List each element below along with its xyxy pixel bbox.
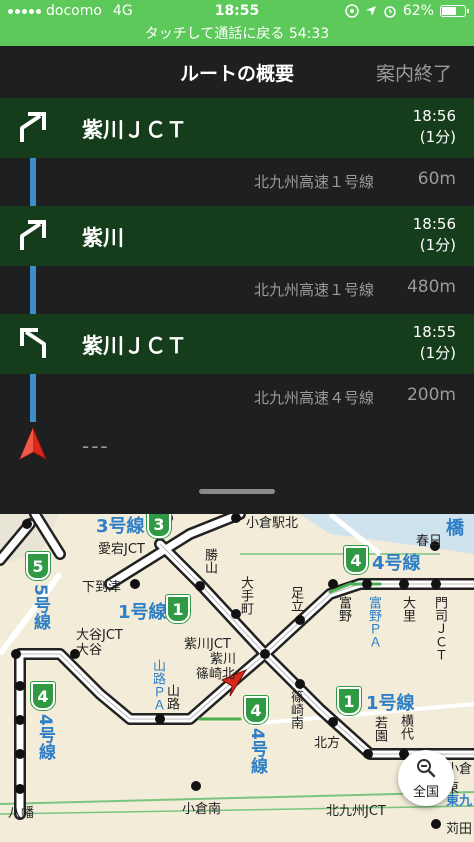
route-shield-4: 4: [31, 682, 55, 710]
route-label: 5号線: [30, 584, 50, 630]
step-time: 18:56 (1分): [412, 107, 456, 146]
map-label: 春日: [416, 534, 443, 549]
magnifier-minus-icon: [417, 759, 436, 778]
turn-left-icon: [20, 328, 46, 358]
route-shield-1: 1: [337, 687, 361, 715]
route-segment: 北九州高速１号線 60m: [0, 158, 474, 206]
drag-handle[interactable]: [199, 489, 275, 494]
route-shield-4: 4: [244, 696, 268, 724]
route-overview-panel: ルートの概要 案内終了 紫川ＪＣＴ 18:56 (1分) 北九州高速１号線 60m…: [0, 46, 474, 514]
step-time: 18:56 (1分): [412, 215, 456, 254]
panel-header: ルートの概要 案内終了: [0, 46, 474, 98]
route-label: 橋: [446, 518, 464, 539]
map-label: 大里: [400, 596, 415, 622]
map-label: 小倉駅北: [246, 516, 299, 531]
map-label: 北方: [314, 736, 341, 751]
status-bar: docomo 4G 18:55 62%: [0, 0, 474, 24]
route-segment: 北九州高速４号線 200m: [0, 374, 474, 422]
route-segment: 北九州高速１号線 480m: [0, 266, 474, 314]
map-label: 愛宕JCT: [98, 542, 145, 557]
route-shield-1: 1: [166, 595, 190, 623]
map-label: 北九州JCT: [326, 804, 386, 819]
map-label: 横代: [398, 714, 413, 740]
map-label: 八幡: [8, 806, 35, 821]
route-label: 4号線: [247, 728, 267, 774]
map-label: 富野ＰＡ: [366, 596, 381, 648]
route-shield-5: 5: [26, 552, 50, 580]
route-label: 4号線: [372, 553, 421, 574]
map-view[interactable]: 3 5 1 4 4 4 1 3号線 5号線 1号線 4号線 4号線 4号線 1号…: [0, 514, 474, 842]
map-label: 山路: [164, 684, 179, 710]
route-step[interactable]: 紫川ＪＣＴ 18:55 (1分): [0, 314, 474, 374]
segment-road: 北九州高速１号線: [253, 281, 374, 299]
end-navigation-button[interactable]: 案内終了: [376, 59, 452, 86]
battery-icon: [440, 5, 469, 17]
route-label: 3号線: [96, 516, 145, 537]
route-shield-3: 3: [147, 514, 171, 538]
turn-right-icon: [20, 220, 46, 250]
route-shield-4: 4: [344, 546, 368, 574]
map-label: 門司ＪＣＴ: [432, 596, 447, 661]
route-label: 1号線: [366, 693, 415, 714]
return-to-call-banner[interactable]: タッチして通話に戻る 54:33: [0, 24, 474, 46]
call-icon: [345, 4, 359, 18]
zoom-out-all-button[interactable]: 全国: [398, 750, 454, 806]
battery-percent: 62%: [402, 3, 434, 19]
step-name: 紫川: [82, 226, 124, 250]
segment-road: 北九州高速１号線: [253, 173, 374, 191]
current-position-arrow-icon: [18, 426, 48, 461]
zoom-button-label: 全国: [412, 785, 439, 800]
map-label: 大手町: [238, 576, 253, 615]
map-label: 下到津: [82, 580, 122, 595]
destination-label: ---: [82, 434, 110, 458]
route-label: 4号線: [35, 714, 55, 760]
map-label: 勝山: [202, 548, 217, 574]
route-label: 1号線: [118, 602, 167, 623]
map-label: 富野: [336, 596, 351, 622]
status-icons: 62%: [345, 3, 469, 19]
map-label: 篠崎南: [288, 690, 303, 729]
step-time: 18:55 (1分): [412, 323, 456, 362]
step-name: 紫川ＪＣＴ: [82, 334, 187, 358]
map-label: 苅田: [446, 822, 473, 837]
segment-distance: 200m: [406, 385, 456, 405]
step-name: 紫川ＪＣＴ: [82, 118, 187, 142]
map-label: 足立: [288, 586, 303, 612]
location-icon: [365, 6, 376, 16]
map-label: 大谷: [76, 643, 103, 658]
segment-distance: 60m: [417, 169, 456, 189]
navigation-screen: docomo 4G 18:55 62% タッチして通話に戻る 54:33 ルート…: [0, 0, 474, 842]
route-step[interactable]: 紫川ＪＣＴ 18:56 (1分): [0, 98, 474, 158]
segment-road: 北九州高速４号線: [253, 389, 374, 407]
route-step[interactable]: 紫川 18:56 (1分): [0, 206, 474, 266]
map-label: 若園: [372, 716, 387, 742]
turn-right-icon: [20, 112, 46, 142]
alarm-icon: [384, 6, 396, 18]
map-label: 篠崎北: [196, 667, 236, 682]
map-label: 小倉南: [182, 802, 222, 817]
segment-distance: 480m: [406, 277, 456, 297]
